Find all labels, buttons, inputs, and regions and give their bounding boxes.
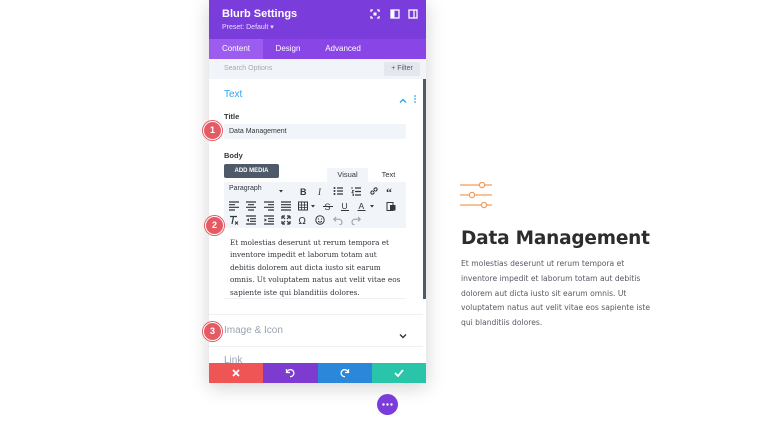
bullet-list-icon[interactable] (333, 186, 343, 196)
chevron-up-icon[interactable] (399, 92, 407, 103)
text-color-icon[interactable]: A (357, 201, 367, 211)
redo-button[interactable] (317, 363, 372, 383)
tab-design[interactable]: Design (263, 39, 313, 59)
text-section-title[interactable]: Text (224, 89, 242, 100)
preset-selector[interactable]: Preset: Default ▾ (222, 23, 274, 31)
outdent-icon[interactable] (246, 215, 256, 225)
search-input[interactable]: Search Options (224, 65, 272, 72)
paste-text-icon[interactable] (386, 201, 396, 211)
fullscreen-editor-icon[interactable] (281, 215, 291, 225)
bold-icon[interactable]: B (298, 186, 308, 196)
align-right-icon[interactable] (264, 201, 274, 211)
sidebar-icon[interactable] (408, 9, 418, 19)
save-button[interactable] (371, 363, 426, 383)
settings-tabs: Content Design Advanced (209, 39, 426, 59)
numbered-list-icon[interactable] (351, 186, 361, 196)
module-options-button[interactable] (377, 394, 398, 415)
editor-undo-icon[interactable] (333, 215, 343, 225)
panel-title: Blurb Settings (222, 8, 298, 20)
callout-badge-2: 2 (205, 216, 224, 235)
align-center-icon[interactable] (246, 201, 256, 211)
clear-formatting-icon[interactable] (229, 215, 239, 225)
add-media-button[interactable]: ADD MEDIA (224, 164, 279, 178)
tab-advanced[interactable]: Advanced (313, 39, 373, 59)
search-options-bar[interactable]: Search Options + Filter (209, 59, 426, 79)
action-bar (209, 363, 426, 383)
more-options-icon[interactable] (413, 91, 417, 103)
section-divider (209, 314, 423, 315)
svg-text:A: A (359, 201, 365, 211)
italic-icon[interactable]: I (315, 186, 325, 196)
table-icon[interactable] (298, 201, 308, 211)
section-divider (209, 346, 423, 347)
justify-icon[interactable] (281, 201, 291, 211)
editor-toolbar: Paragraph B I “ S U A Ω (224, 182, 406, 228)
blockquote-icon[interactable]: “ (386, 186, 396, 196)
fullscreen-icon[interactable] (370, 9, 380, 19)
table-dropdown-icon[interactable] (308, 201, 318, 211)
title-input[interactable]: Data Management (224, 124, 406, 139)
split-view-icon[interactable] (390, 9, 400, 19)
emoji-icon[interactable] (315, 215, 325, 225)
filter-button[interactable]: + Filter (384, 62, 420, 76)
paragraph-select-label: Paragraph (229, 185, 262, 192)
blurb-settings-panel: Blurb Settings Preset: Default ▾ Content… (209, 0, 426, 383)
dropdown-arrow-icon[interactable] (276, 186, 286, 196)
cancel-button[interactable] (209, 363, 264, 383)
chevron-down-icon[interactable] (399, 327, 407, 339)
callout-badge-1: 1 (203, 121, 222, 140)
sliders-icon (460, 181, 492, 210)
body-editor[interactable]: Et molestias deserunt ut rerum tempora e… (224, 228, 406, 299)
align-left-icon[interactable] (229, 201, 239, 211)
body-editor-text[interactable]: Et molestias deserunt ut rerum tempora e… (230, 237, 404, 299)
svg-text:Ω: Ω (299, 216, 306, 225)
tab-content[interactable]: Content (209, 39, 263, 59)
scrollbar[interactable] (423, 79, 426, 299)
indent-icon[interactable] (264, 215, 274, 225)
text-color-dropdown-icon[interactable] (367, 201, 377, 211)
svg-text:“: “ (386, 186, 392, 196)
editor-redo-icon[interactable] (351, 215, 361, 225)
svg-text:B: B (300, 187, 307, 196)
special-character-icon[interactable]: Ω (298, 215, 308, 225)
image-icon-section-title[interactable]: Image & Icon (224, 325, 283, 336)
paragraph-select[interactable]: Paragraph (229, 185, 262, 192)
link-icon[interactable] (369, 186, 379, 196)
blurb-title: Data Management (461, 228, 650, 249)
svg-text:I: I (317, 187, 322, 196)
tab-visual[interactable]: Visual (327, 168, 368, 182)
svg-text:U: U (342, 201, 348, 211)
callout-badge-3: 3 (203, 322, 222, 341)
panel-header: Blurb Settings Preset: Default ▾ (209, 0, 426, 39)
tab-text[interactable]: Text (368, 168, 409, 182)
body-field-label: Body (224, 151, 243, 160)
undo-button[interactable] (263, 363, 318, 383)
underline-icon[interactable]: U (340, 201, 350, 211)
strikethrough-icon[interactable]: S (323, 201, 333, 211)
blurb-body: Et molestias deserunt ut rerum tempora e… (461, 259, 651, 328)
title-field-label: Title (224, 112, 240, 121)
